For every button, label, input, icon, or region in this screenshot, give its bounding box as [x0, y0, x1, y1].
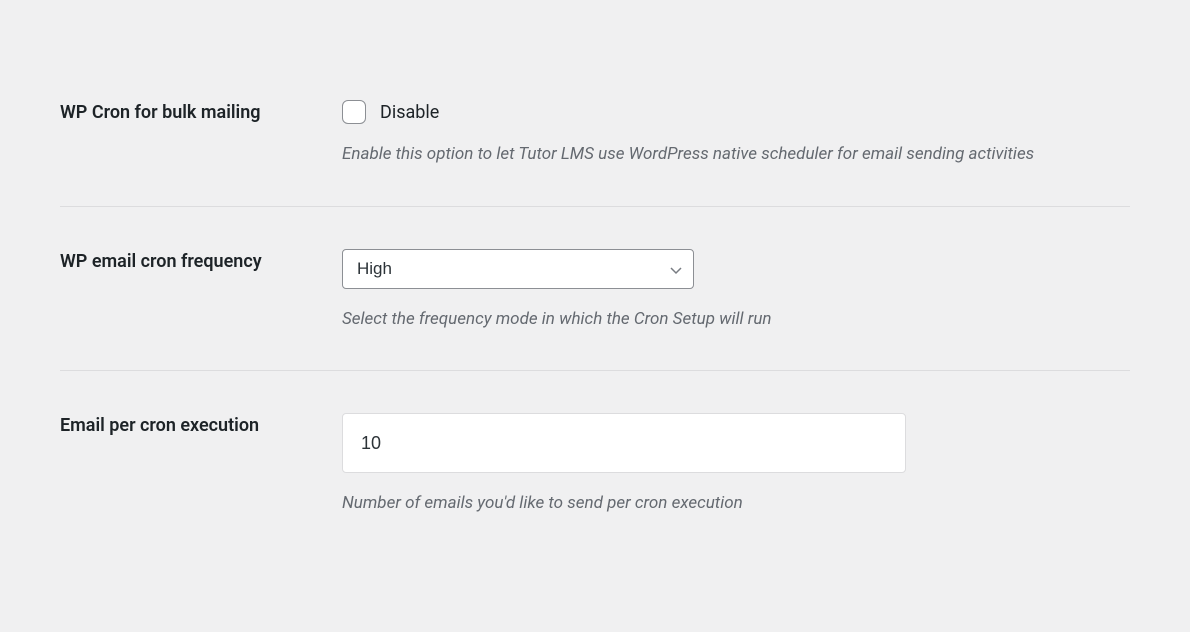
setting-label-email-per-cron-execution: Email per cron execution: [60, 413, 342, 517]
help-text-email-per-cron-execution: Number of emails you'd like to send per …: [342, 491, 1130, 517]
checkbox-wrapper-disable: Disable: [342, 100, 1130, 124]
help-text-wp-cron-bulk-mailing: Enable this option to let Tutor LMS use …: [342, 142, 1130, 168]
setting-control-email-per-cron-execution: Number of emails you'd like to send per …: [342, 413, 1130, 517]
settings-container: WP Cron for bulk mailing Disable Enable …: [0, 0, 1190, 595]
setting-control-wp-cron-bulk-mailing: Disable Enable this option to let Tutor …: [342, 100, 1130, 168]
disable-checkbox-label[interactable]: Disable: [380, 102, 439, 123]
setting-row-email-per-cron-execution: Email per cron execution Number of email…: [60, 413, 1130, 555]
setting-label-wp-cron-bulk-mailing: WP Cron for bulk mailing: [60, 100, 342, 168]
email-per-cron-input[interactable]: [342, 413, 906, 473]
disable-checkbox[interactable]: [342, 100, 366, 124]
setting-label-wp-email-cron-frequency: WP email cron frequency: [60, 249, 342, 333]
setting-row-wp-email-cron-frequency: WP email cron frequency High Select the …: [60, 249, 1130, 372]
setting-row-wp-cron-bulk-mailing: WP Cron for bulk mailing Disable Enable …: [60, 100, 1130, 207]
help-text-wp-email-cron-frequency: Select the frequency mode in which the C…: [342, 307, 1130, 333]
select-wrapper-frequency: High: [342, 249, 694, 289]
setting-control-wp-email-cron-frequency: High Select the frequency mode in which …: [342, 249, 1130, 333]
frequency-select[interactable]: High: [342, 249, 694, 289]
